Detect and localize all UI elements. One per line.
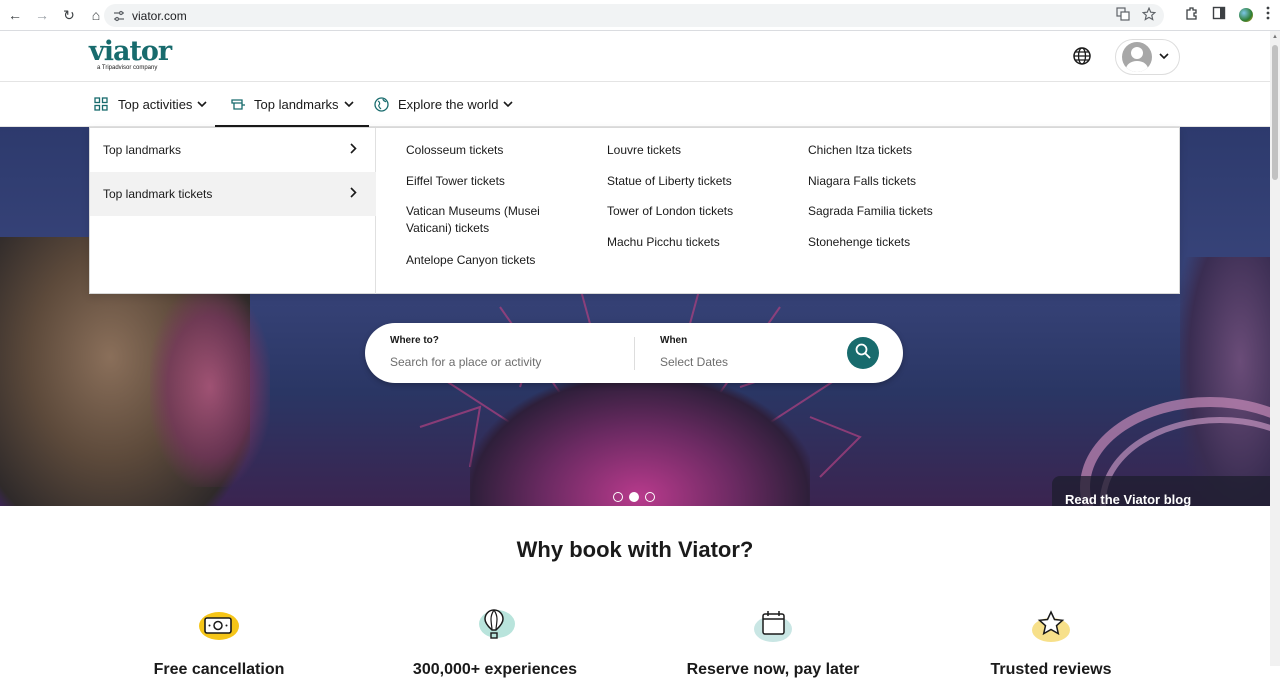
search-bar: Where to? Search for a place or activity… xyxy=(365,323,903,383)
feature-trusted-reviews: Trusted reviews xyxy=(956,606,1146,679)
language-globe-icon[interactable] xyxy=(1072,46,1092,66)
date-input[interactable]: Select Dates xyxy=(660,355,830,369)
calendar-icon xyxy=(751,606,795,644)
site-header: viator a Tripadvisor company xyxy=(0,31,1270,82)
category-top-landmark-tickets[interactable]: Top landmark tickets xyxy=(90,172,376,216)
tab-label: Top activities xyxy=(118,97,193,112)
date-field[interactable]: When Select Dates xyxy=(660,335,830,369)
carousel-indicators xyxy=(613,492,655,502)
url-text: viator.com xyxy=(132,8,187,23)
feature-title: 300,000+ experiences xyxy=(412,661,578,678)
category-top-landmarks[interactable]: Top landmarks xyxy=(90,128,376,172)
logo-wordmark: viator xyxy=(89,36,172,67)
date-label: When xyxy=(660,335,688,346)
site-info-icon[interactable] xyxy=(112,9,126,23)
search-icon xyxy=(855,343,871,364)
landmarks-dropdown: Top landmarks Top landmark tickets Colos… xyxy=(89,127,1180,294)
carousel-dot[interactable] xyxy=(613,492,623,502)
category-label: Top landmarks xyxy=(103,143,182,157)
globe-icon xyxy=(374,96,390,113)
carousel-dot-active[interactable] xyxy=(629,492,639,502)
category-label: Top landmark tickets xyxy=(103,187,213,201)
landmark-link[interactable]: Eiffel Tower tickets xyxy=(406,173,505,190)
landmark-link[interactable]: Niagara Falls tickets xyxy=(808,173,916,190)
money-icon xyxy=(197,606,241,644)
browser-menu-icon[interactable] xyxy=(1266,6,1270,23)
landmark-link[interactable]: Vatican Museums (Musei Vaticani) tickets xyxy=(406,203,556,237)
scroll-up-icon[interactable]: ▲ xyxy=(1272,34,1278,40)
search-divider xyxy=(634,337,635,370)
carousel-dot[interactable] xyxy=(645,492,655,502)
landmark-link[interactable]: Sagrada Familia tickets xyxy=(808,203,933,220)
avatar xyxy=(1122,42,1152,72)
hero-image-tower xyxy=(470,377,810,506)
landmark-link[interactable]: Colosseum tickets xyxy=(406,142,503,159)
landmark-link[interactable]: Statue of Liberty tickets xyxy=(607,173,732,190)
feature-free-cancellation: Free cancellation xyxy=(124,606,314,679)
browser-toolbar: ← → ↻ ⌂ viator.com xyxy=(0,0,1280,31)
translate-icon[interactable] xyxy=(1116,7,1130,24)
landmark-link[interactable]: Chichen Itza tickets xyxy=(808,142,912,159)
chevron-right-icon xyxy=(350,187,357,201)
why-book-heading: Why book with Viator? xyxy=(516,537,754,562)
chevron-down-icon xyxy=(197,100,207,110)
page-scrollbar[interactable]: ▲ xyxy=(1270,31,1280,666)
tab-label: Top landmarks xyxy=(254,97,339,112)
search-button[interactable] xyxy=(847,337,879,369)
extensions-icon[interactable] xyxy=(1185,6,1199,23)
destination-field[interactable]: Where to? Search for a place or activity xyxy=(390,335,620,369)
chevron-down-icon xyxy=(1159,52,1169,63)
tab-explore-the-world[interactable]: Explore the world xyxy=(374,82,514,127)
chevron-down-icon xyxy=(503,100,514,110)
chevron-right-icon xyxy=(350,143,357,157)
browser-profile-icon[interactable] xyxy=(1239,7,1253,22)
chevron-down-icon xyxy=(343,100,354,110)
landmark-link[interactable]: Machu Picchu tickets xyxy=(607,234,720,251)
viator-logo[interactable]: viator a Tripadvisor company xyxy=(89,36,172,71)
reload-icon[interactable]: ↻ xyxy=(57,3,81,27)
landmark-link[interactable]: Stonehenge tickets xyxy=(808,234,910,251)
landmark-link[interactable]: Louvre tickets xyxy=(607,142,681,159)
landmark-link[interactable]: Tower of London tickets xyxy=(607,203,733,220)
tab-label: Explore the world xyxy=(398,97,499,112)
side-panel-icon[interactable] xyxy=(1212,6,1226,23)
account-menu-button[interactable] xyxy=(1115,39,1180,75)
bookmark-star-icon[interactable] xyxy=(1141,6,1157,24)
balloon-icon xyxy=(473,606,517,644)
grid-icon xyxy=(94,96,110,113)
address-bar[interactable]: viator.com xyxy=(104,4,1164,27)
feature-experiences: 300,000+ experiences xyxy=(400,606,590,679)
back-icon[interactable]: ← xyxy=(3,3,27,27)
destination-input[interactable]: Search for a place or activity xyxy=(390,355,620,369)
star-icon xyxy=(1029,606,1073,644)
blog-link[interactable]: Read the Viator blog xyxy=(1052,476,1270,506)
landmark-icon xyxy=(230,97,246,113)
tab-top-activities[interactable]: Top activities xyxy=(94,82,207,127)
forward-icon[interactable]: → xyxy=(30,3,54,27)
scrollbar-thumb[interactable] xyxy=(1272,45,1278,180)
feature-title: Free cancellation xyxy=(153,661,285,678)
feature-reserve-now: Reserve now, pay later xyxy=(678,606,868,679)
hero-image-flowers xyxy=(150,287,270,487)
dropdown-categories: Top landmarks Top landmark tickets xyxy=(90,128,376,294)
destination-label: Where to? xyxy=(390,335,439,346)
category-nav: Top activities Top landmarks Explore the… xyxy=(0,82,1270,128)
tab-top-landmarks[interactable]: Top landmarks xyxy=(215,82,369,128)
feature-title: Trusted reviews xyxy=(990,661,1112,678)
feature-title: Reserve now, pay later xyxy=(686,661,860,678)
landmark-link[interactable]: Antelope Canyon tickets xyxy=(406,252,535,269)
